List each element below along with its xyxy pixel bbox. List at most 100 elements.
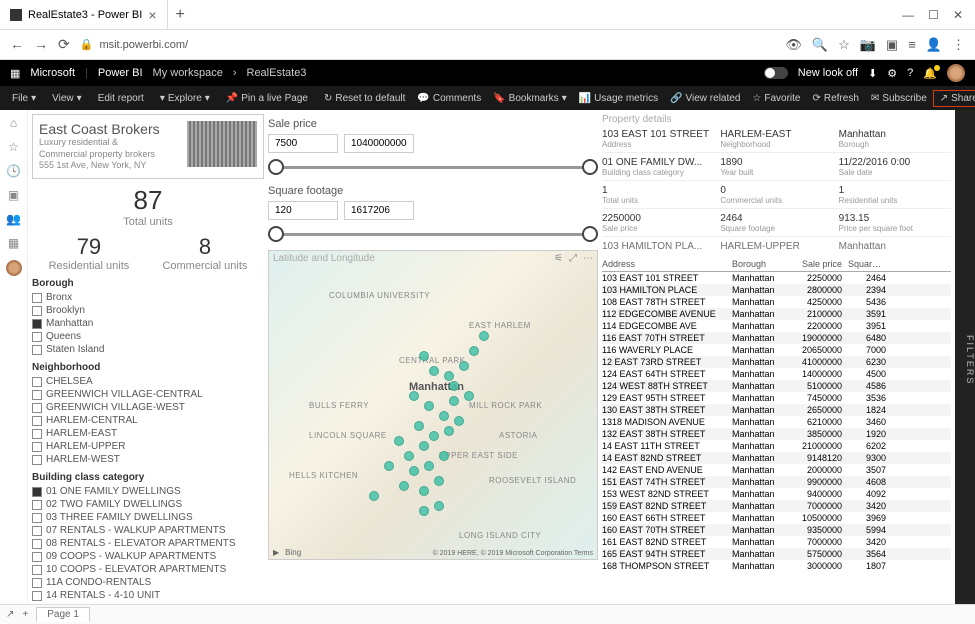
checkbox-icon[interactable] <box>32 500 42 510</box>
map-point[interactable] <box>469 346 479 356</box>
checkbox-icon[interactable] <box>32 306 42 316</box>
slicer-item[interactable]: HARLEM-UPPER <box>32 440 264 453</box>
map-point[interactable] <box>454 416 464 426</box>
table-row[interactable]: 160 EAST 70TH STREETManhattan93500005994 <box>602 524 951 536</box>
checkbox-icon[interactable] <box>32 552 42 562</box>
reload-icon[interactable]: ⟳ <box>58 36 70 53</box>
map-point[interactable] <box>414 421 424 431</box>
checkbox-icon[interactable] <box>32 578 42 588</box>
sqft-thumb-max[interactable] <box>582 226 598 242</box>
rail-apps-icon[interactable]: ▣ <box>8 188 19 202</box>
slicer-item[interactable]: HARLEM-EAST <box>32 427 264 440</box>
menu-icon[interactable]: ≡ <box>908 37 916 53</box>
slicer-item[interactable]: 09 COOPS - WALKUP APARTMENTS <box>32 550 264 563</box>
table-row[interactable]: 160 EAST 66TH STREETManhattan10500000396… <box>602 512 951 524</box>
checkbox-icon[interactable] <box>32 390 42 400</box>
settings-icon[interactable]: ⚙ <box>887 67 897 80</box>
checkbox-icon[interactable] <box>32 429 42 439</box>
table-row[interactable]: 161 EAST 82ND STREETManhattan70000003420 <box>602 536 951 548</box>
map-point[interactable] <box>444 426 454 436</box>
more-icon[interactable]: ⋮ <box>952 37 965 53</box>
checkbox-icon[interactable] <box>32 513 42 523</box>
map-point[interactable] <box>464 391 474 401</box>
new-look-toggle[interactable] <box>764 67 788 79</box>
cmd-favorite[interactable]: ☆ Favorite <box>746 93 806 104</box>
checkbox-icon[interactable] <box>32 377 42 387</box>
map-point[interactable] <box>459 361 469 371</box>
table-row[interactable]: 103 HAMILTON PLACEManhattan28000002394 <box>602 284 951 296</box>
cmd-related[interactable]: 🔗 View related <box>664 93 746 104</box>
map-point[interactable] <box>394 436 404 446</box>
map-point[interactable] <box>429 366 439 376</box>
checkbox-icon[interactable] <box>32 293 42 303</box>
table-row[interactable]: 153 WEST 82ND STREETManhattan94000004092 <box>602 488 951 500</box>
table-row[interactable]: 1318 MADISON AVENUEManhattan62100003460 <box>602 416 951 428</box>
map-point[interactable] <box>449 396 459 406</box>
star-icon[interactable]: ☆ <box>838 37 850 53</box>
slicer-item[interactable]: 03 THREE FAMILY DWELLINGS <box>32 511 264 524</box>
table-row[interactable]: 114 EDGECOMBE AVEManhattan22000003951 <box>602 320 951 332</box>
notifications-icon[interactable]: 🔔 <box>923 67 937 80</box>
slicer-item[interactable]: HARLEM-WEST <box>32 453 264 466</box>
footer-add-icon[interactable]: + <box>22 609 28 620</box>
checkbox-icon[interactable] <box>32 345 42 355</box>
table-row[interactable]: 116 EAST 70TH STREETManhattan19000000648… <box>602 332 951 344</box>
sale-min-input[interactable] <box>268 134 338 153</box>
map-point[interactable] <box>409 466 419 476</box>
map-point[interactable] <box>479 331 489 341</box>
map-point[interactable] <box>409 391 419 401</box>
slicer-item[interactable]: CHELSEA <box>32 375 264 388</box>
checkbox-icon[interactable] <box>32 319 42 329</box>
close-window-icon[interactable]: ✕ <box>953 8 963 22</box>
map-point[interactable] <box>369 491 379 501</box>
sqft-max-input[interactable] <box>344 201 414 220</box>
table-row[interactable]: 116 WAVERLY PLACEManhattan206500007000 <box>602 344 951 356</box>
menu-view[interactable]: View ▾ <box>46 93 88 104</box>
slicer-item[interactable]: GREENWICH VILLAGE-WEST <box>32 401 264 414</box>
checkbox-icon[interactable] <box>32 591 42 601</box>
table-row[interactable]: 108 EAST 78TH STREETManhattan42500005436 <box>602 296 951 308</box>
sqft-thumb-min[interactable] <box>268 226 284 242</box>
user-avatar[interactable] <box>947 64 965 82</box>
url-field[interactable]: 🔒 msit.powerbi.com/ <box>80 38 776 51</box>
slicer-item[interactable]: 08 RENTALS - ELEVATOR APARTMENTS <box>32 537 264 550</box>
sale-thumb-min[interactable] <box>268 159 284 175</box>
new-tab-button[interactable]: + <box>168 6 193 24</box>
rail-avatar[interactable] <box>6 260 22 276</box>
checkbox-icon[interactable] <box>32 332 42 342</box>
slicer-item[interactable]: 21 OFFICE BUILDINGS <box>32 602 264 604</box>
sale-thumb-max[interactable] <box>582 159 598 175</box>
slicer-item[interactable]: GREENWICH VILLAGE-CENTRAL <box>32 388 264 401</box>
col-saleprice[interactable]: Sale price <box>792 259 848 269</box>
screenshot-icon[interactable]: ▣ <box>886 37 898 53</box>
rail-recent-icon[interactable]: 🕓 <box>6 164 21 178</box>
sale-max-input[interactable] <box>344 134 414 153</box>
table-row[interactable]: 151 EAST 74TH STREETManhattan99000004608 <box>602 476 951 488</box>
sqft-slider-track[interactable] <box>276 226 590 242</box>
map-point[interactable] <box>419 506 429 516</box>
footer-expand-icon[interactable]: ↗ <box>6 609 14 620</box>
breadcrumb-workspace[interactable]: My workspace <box>153 67 223 79</box>
slicer-item[interactable]: Brooklyn <box>32 304 264 317</box>
slicer-item[interactable]: HARLEM-CENTRAL <box>32 414 264 427</box>
slicer-item[interactable]: 01 ONE FAMILY DWELLINGS <box>32 485 264 498</box>
map-point[interactable] <box>444 371 454 381</box>
tab-close-icon[interactable]: × <box>148 7 156 23</box>
map-point[interactable] <box>419 351 429 361</box>
browser-tab[interactable]: RealEstate3 - Power BI × <box>0 0 168 29</box>
table-row[interactable]: 132 EAST 38TH STREETManhattan38500001920 <box>602 428 951 440</box>
map-point[interactable] <box>419 441 429 451</box>
map-focus-icon[interactable]: ⤢ <box>569 253 577 264</box>
map-point[interactable] <box>384 461 394 471</box>
table-row[interactable]: 165 EAST 94TH STREETManhattan57500003564 <box>602 548 951 560</box>
cmd-usage[interactable]: 📊 Usage metrics <box>573 93 664 104</box>
map-point[interactable] <box>399 481 409 491</box>
menu-pin[interactable]: 📌 Pin a live Page <box>220 93 314 104</box>
map-point[interactable] <box>429 431 439 441</box>
table-row[interactable]: 142 EAST END AVENUEManhattan20000003507 <box>602 464 951 476</box>
slicer-item[interactable]: Queens <box>32 330 264 343</box>
cmd-bookmarks[interactable]: 🔖 Bookmarks ▾ <box>487 93 573 104</box>
back-icon[interactable]: ← <box>10 36 24 53</box>
profile-icon[interactable]: 👤 <box>926 37 942 53</box>
slicer-item[interactable]: 10 COOPS - ELEVATOR APARTMENTS <box>32 563 264 576</box>
